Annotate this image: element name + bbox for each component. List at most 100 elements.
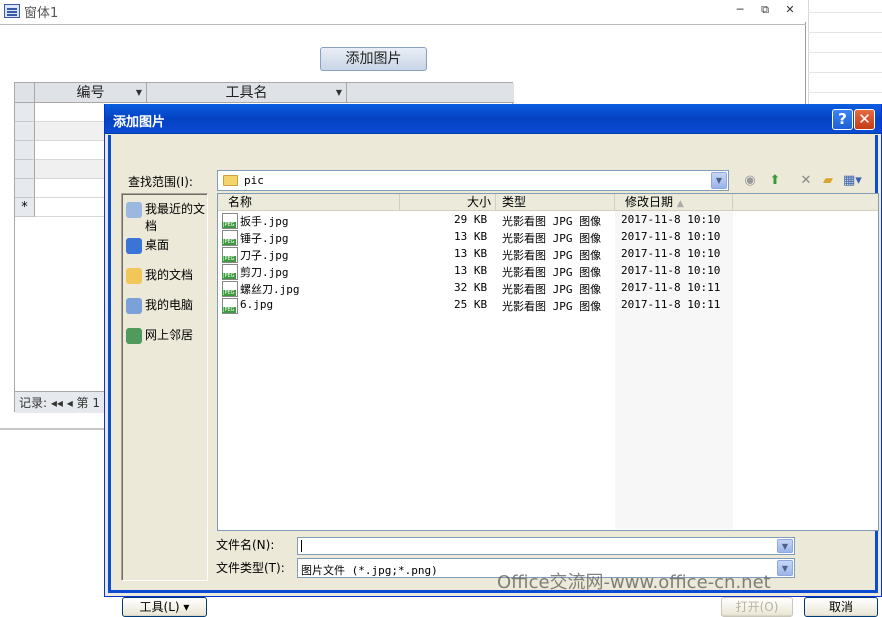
form-icon xyxy=(4,4,20,18)
file-name: 刀子.jpg xyxy=(240,249,289,262)
desktop-icon xyxy=(126,238,142,254)
up-folder-icon[interactable]: ⬆ xyxy=(766,173,784,189)
file-size: 13 KB xyxy=(454,264,488,277)
file-row[interactable]: 螺丝刀.jpg 32 KB 光影看图 JPG 图像 2017-11-8 10:1… xyxy=(218,280,878,297)
column-id-label: 编号 xyxy=(76,85,105,101)
file-type: 光影看图 JPG 图像 xyxy=(502,266,602,279)
text-caret xyxy=(301,540,302,552)
file-row[interactable]: 刀子.jpg 13 KB 光影看图 JPG 图像 2017-11-8 10:10 xyxy=(218,246,878,263)
dialog-close-button[interactable]: ✕ xyxy=(854,109,875,130)
place-label: 我最近的文档 xyxy=(145,202,206,233)
restore-button[interactable]: ⧉ xyxy=(758,3,772,17)
place-label: 网上邻居 xyxy=(145,328,194,342)
column-header-type[interactable]: 类型 xyxy=(496,194,615,211)
row-selector[interactable] xyxy=(15,122,35,141)
sort-arrow-icon: ▲ xyxy=(676,199,684,209)
form-close-button[interactable]: ✕ xyxy=(783,3,797,17)
jpeg-file-icon xyxy=(222,298,238,314)
column-header-toolname[interactable]: 工具名 ▼ xyxy=(147,83,347,103)
filename-label: 文件名(N): xyxy=(216,538,275,552)
place-my-documents[interactable]: 我的文档 xyxy=(126,266,210,284)
places-bar: 我最近的文档 桌面 我的文档 我的电脑 网上邻居 xyxy=(121,193,208,581)
file-name: 锤子.jpg xyxy=(240,232,289,245)
help-button[interactable]: ? xyxy=(832,109,853,130)
jpeg-file-icon xyxy=(222,247,238,263)
file-row[interactable]: 扳手.jpg 29 KB 光影看图 JPG 图像 2017-11-8 10:10 xyxy=(218,212,878,229)
lookin-value: pic xyxy=(244,174,264,187)
file-size: 13 KB xyxy=(454,247,488,260)
column-modified-label: 修改日期 xyxy=(625,195,674,209)
row-selector[interactable] xyxy=(15,179,35,198)
chevron-down-icon[interactable]: ▼ xyxy=(777,539,793,553)
file-name: 剪刀.jpg xyxy=(240,266,289,279)
chevron-down-icon[interactable]: ▼ xyxy=(777,560,793,576)
select-all-cell[interactable] xyxy=(15,83,35,103)
file-size: 32 KB xyxy=(454,281,488,294)
file-type: 光影看图 JPG 图像 xyxy=(502,300,602,313)
add-image-button[interactable]: 添加图片 xyxy=(320,47,427,71)
minimize-button[interactable]: ─ xyxy=(733,3,747,17)
place-label: 我的电脑 xyxy=(145,298,194,312)
file-size: 13 KB xyxy=(454,230,488,243)
column-header-name[interactable]: 名称 xyxy=(218,194,400,211)
place-network[interactable]: 网上邻居 xyxy=(126,326,210,344)
filename-input[interactable]: ▼ xyxy=(297,537,795,555)
column-header-size[interactable]: 大小 xyxy=(400,194,496,211)
file-modified: 2017-11-8 10:10 xyxy=(621,230,721,243)
tools-button[interactable]: 工具(L) ▾ xyxy=(122,597,207,617)
column-header-id[interactable]: 编号 ▼ xyxy=(35,83,147,103)
file-modified: 2017-11-8 10:10 xyxy=(621,264,721,277)
network-places-icon xyxy=(126,328,142,344)
row-selector[interactable] xyxy=(15,103,35,122)
jpeg-file-icon xyxy=(222,213,238,229)
jpeg-file-icon xyxy=(222,264,238,280)
file-size: 25 KB xyxy=(454,298,488,311)
place-my-computer[interactable]: 我的电脑 xyxy=(126,296,210,314)
lookin-label: 查找范围(I): xyxy=(128,175,193,189)
back-icon[interactable]: ◉ xyxy=(741,173,759,189)
column-toolname-label: 工具名 xyxy=(225,85,268,101)
place-recent-documents[interactable]: 我最近的文档 xyxy=(126,200,210,234)
filetype-label: 文件类型(T): xyxy=(216,561,285,575)
form-titlebar: 窗体1 ─ ⧉ ✕ xyxy=(0,0,806,22)
file-type: 光影看图 JPG 图像 xyxy=(502,215,602,228)
file-modified: 2017-11-8 10:11 xyxy=(621,281,721,294)
row-selector[interactable] xyxy=(15,160,35,179)
my-documents-icon xyxy=(126,268,142,284)
watermark: Office交流网-www.office-cn.net xyxy=(497,572,771,593)
file-list: 名称 大小 类型 修改日期 ▲ 扳手.jpg 29 KB 光影看图 JPG 图像… xyxy=(217,193,879,531)
dropdown-arrow-icon[interactable]: ▼ xyxy=(136,83,142,103)
place-label: 桌面 xyxy=(145,238,170,252)
file-name: 扳手.jpg xyxy=(240,215,289,228)
datasheet-header: 编号 ▼ 工具名 ▼ xyxy=(15,83,514,103)
file-row[interactable]: 6.jpg 25 KB 光影看图 JPG 图像 2017-11-8 10:11 xyxy=(218,297,878,314)
file-list-header: 名称 大小 类型 修改日期 ▲ xyxy=(218,194,878,211)
delete-icon[interactable]: ✕ xyxy=(797,173,815,189)
jpeg-file-icon xyxy=(222,281,238,297)
dialog-titlebar: 添加图片 ? ✕ xyxy=(105,104,881,134)
place-label: 我的文档 xyxy=(145,268,194,282)
folder-icon xyxy=(223,175,238,186)
views-menu-icon[interactable]: ▦▾ xyxy=(843,173,862,189)
row-selector[interactable] xyxy=(15,141,35,160)
file-modified: 2017-11-8 10:10 xyxy=(621,213,721,226)
file-name: 螺丝刀.jpg xyxy=(240,283,300,296)
recent-documents-icon xyxy=(126,202,142,218)
file-modified: 2017-11-8 10:11 xyxy=(621,298,721,311)
file-type: 光影看图 JPG 图像 xyxy=(502,283,602,296)
add-image-dialog: 添加图片 ? ✕ 查找范围(I): pic ▼ ◉ ⬆ ✕ ▰ ▦▾ 我最近的文… xyxy=(104,104,882,617)
my-computer-icon xyxy=(126,298,142,314)
open-button[interactable]: 打开(O) xyxy=(721,597,793,617)
new-row-selector[interactable]: * xyxy=(15,198,35,217)
file-row[interactable]: 剪刀.jpg 13 KB 光影看图 JPG 图像 2017-11-8 10:10 xyxy=(218,263,878,280)
new-folder-icon[interactable]: ▰ xyxy=(819,173,837,189)
file-type: 光影看图 JPG 图像 xyxy=(502,232,602,245)
chevron-down-icon[interactable]: ▼ xyxy=(711,172,727,189)
dropdown-arrow-icon[interactable]: ▼ xyxy=(336,83,342,103)
cancel-button[interactable]: 取消 xyxy=(804,597,878,617)
column-header-modified[interactable]: 修改日期 ▲ xyxy=(615,194,733,211)
place-desktop[interactable]: 桌面 xyxy=(126,236,210,254)
file-row[interactable]: 锤子.jpg 13 KB 光影看图 JPG 图像 2017-11-8 10:10 xyxy=(218,229,878,246)
lookin-combobox[interactable]: pic ▼ xyxy=(217,170,729,191)
file-size: 29 KB xyxy=(454,213,488,226)
